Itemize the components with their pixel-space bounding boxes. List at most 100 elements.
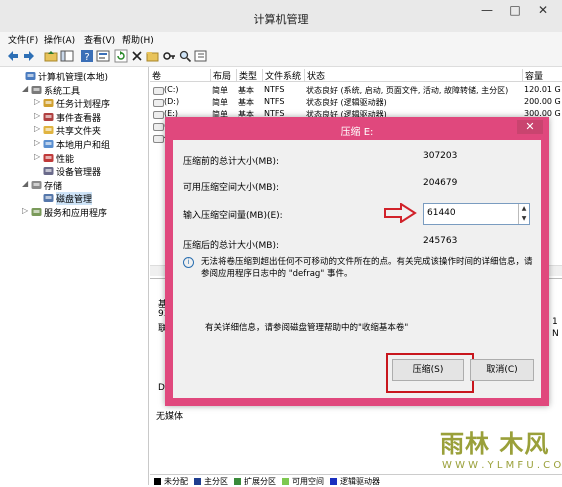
expander-icon[interactable]: ▷: [22, 206, 30, 215]
tools-icon: [31, 85, 42, 95]
tree-item-label: 存储: [44, 181, 63, 192]
volume-name: (C:): [164, 85, 179, 94]
menu-view[interactable]: 查看(V): [84, 33, 115, 46]
column-status[interactable]: 状态: [304, 69, 325, 82]
expander-icon[interactable]: ◢: [22, 179, 30, 188]
drive-icon: [153, 135, 164, 143]
volume-status: 状态良好 (系统, 启动, 页面文件, 活动, 故障转储, 主分区): [306, 86, 509, 95]
volume-row[interactable]: (C:) 简单 基本 NTFS 状态良好 (系统, 启动, 页面文件, 活动, 故障转储…: [150, 85, 562, 97]
svg-text:?: ?: [84, 52, 89, 63]
drive-icon: [153, 123, 164, 131]
size-after-label: 压缩后的总计大小(MB):: [183, 241, 279, 251]
tree-item-label: 磁盘管理: [56, 192, 93, 206]
expander-icon[interactable]: ▷: [34, 152, 42, 161]
open-folder-icon[interactable]: [146, 49, 160, 63]
volume-type: 基本: [238, 98, 254, 107]
tree-item-label: 计算机管理(本地): [38, 73, 109, 83]
window-title-bar: 计算机管理 — □ ✕: [0, 0, 562, 33]
volume-layout: 简单: [212, 98, 228, 107]
export-icon[interactable]: [194, 49, 208, 63]
performance-icon: [43, 153, 54, 163]
size-before-label: 压缩前的总计大小(MB):: [183, 157, 279, 167]
delete-icon[interactable]: [130, 49, 144, 63]
volume-capacity: 200.00 G: [524, 97, 561, 106]
watermark-title: 雨林 木风: [440, 430, 550, 458]
back-icon[interactable]: [6, 49, 20, 63]
help-text: 有关详细信息，请参阅磁盘管理帮助中的"收缩基本卷": [205, 323, 409, 333]
shared-folder-icon: [43, 125, 54, 135]
properties-icon[interactable]: [96, 49, 110, 63]
drive-icon: [153, 87, 164, 95]
console-tree: 计算机管理(本地) ◢ 系统工具 ▷ 任务计划程序 ▷ 事件查看器 ▷ 共享文件夹 ▷ 本地用户和组…: [16, 67, 149, 485]
column-filesystem[interactable]: 文件系统: [262, 69, 301, 82]
storage-icon: [31, 180, 42, 190]
tree-item-label: 任务计划程序: [56, 100, 111, 111]
expander-icon[interactable]: ▷: [34, 111, 42, 120]
drive-icon: [153, 99, 164, 107]
maximize-button[interactable]: □: [502, 0, 528, 20]
tree-item-label: 性能: [56, 154, 75, 165]
shrink-amount-value[interactable]: 61440: [427, 208, 456, 218]
menu-help[interactable]: 帮助(H): [122, 33, 154, 46]
legend-swatch: [234, 478, 241, 485]
menu-action[interactable]: 操作(A): [44, 33, 75, 46]
forward-icon[interactable]: [22, 49, 36, 63]
expander-icon[interactable]: ◢: [22, 84, 30, 93]
compress-button[interactable]: 压缩(S): [392, 359, 464, 381]
tree-item-label: 本地用户和组: [56, 141, 111, 151]
shrink-dialog: 压缩 E: ✕ 压缩前的总计大小(MB): 307203 可用压缩空间大小(MB…: [165, 117, 549, 406]
volume-status: 状态良好 (逻辑驱动器): [306, 98, 387, 107]
users-icon: [43, 139, 54, 149]
shrink-amount-spinner[interactable]: 61440 ▲ ▼: [423, 203, 530, 225]
expander-icon[interactable]: ▷: [34, 97, 42, 106]
expander-icon[interactable]: ▷: [34, 124, 42, 133]
toolbar: ?: [0, 46, 562, 67]
watermark-logo: 雨林 木风 W W W . Y L M F U . C O M: [422, 418, 562, 482]
legend-swatch: [194, 478, 201, 485]
column-volume[interactable]: 卷: [150, 69, 161, 82]
tree-item-label: 设备管理器: [56, 168, 102, 179]
spinner-arrows: ▲ ▼: [518, 204, 529, 224]
event-viewer-icon: [43, 112, 54, 122]
volume-name: (D:): [164, 97, 180, 106]
console-tree-icon[interactable]: [60, 49, 74, 63]
menu-file[interactable]: 文件(F): [8, 33, 38, 46]
spin-down-icon[interactable]: ▼: [519, 214, 529, 224]
minimize-button[interactable]: —: [474, 0, 500, 20]
dialog-title: 压缩 E:: [340, 127, 374, 138]
menu-bar: 文件(F) 操作(A) 查看(V) 帮助(H): [0, 32, 562, 46]
info-text-line-1: 无法将卷压缩到超出任何不可移动的文件所在的点。有关完成该操作时间的详细信息，请: [201, 257, 533, 267]
search-icon[interactable]: [178, 49, 192, 63]
volume-layout: 简单: [212, 86, 228, 95]
available-shrink-value: 204679: [423, 178, 458, 188]
close-button[interactable]: ✕: [530, 0, 556, 20]
dialog-body: 压缩前的总计大小(MB): 307203 可用压缩空间大小(MB): 20467…: [173, 140, 541, 398]
volume-capacity: 120.01 G: [524, 85, 561, 94]
legend-swatch: [154, 478, 161, 485]
column-header: 卷 布局 类型 文件系统 状态 容量: [150, 67, 562, 82]
drive-icon: [153, 111, 164, 119]
cancel-button[interactable]: 取消(C): [470, 359, 534, 381]
tree-item-label: 服务和应用程序: [44, 209, 108, 219]
available-shrink-label: 可用压缩空间大小(MB):: [183, 183, 279, 193]
column-type[interactable]: 类型: [236, 69, 257, 82]
device-manager-icon: [43, 166, 54, 176]
computer-icon: [25, 71, 36, 81]
help-icon[interactable]: ?: [80, 49, 94, 63]
column-capacity[interactable]: 容量: [522, 69, 543, 82]
refresh-icon[interactable]: [114, 49, 128, 63]
tree-item-label: 系统工具: [44, 86, 81, 97]
spin-up-icon[interactable]: ▲: [519, 204, 529, 214]
disk-partition-edge-2: N: [552, 329, 559, 339]
volume-row[interactable]: (D:) 简单 基本 NTFS 状态良好 (逻辑驱动器) 200.00 G: [150, 97, 562, 109]
tree-item-label: 共享文件夹: [56, 127, 102, 138]
dialog-close-button[interactable]: ✕: [517, 120, 543, 134]
key-icon[interactable]: [162, 49, 176, 63]
clock-icon: [43, 98, 54, 108]
expander-icon[interactable]: ▷: [34, 138, 42, 147]
disk-management-icon: [43, 193, 54, 203]
column-layout[interactable]: 布局: [210, 69, 231, 82]
size-after-value: 245763: [423, 236, 458, 246]
red-arrow-annotation: [384, 203, 417, 223]
up-folder-icon[interactable]: [44, 49, 58, 63]
